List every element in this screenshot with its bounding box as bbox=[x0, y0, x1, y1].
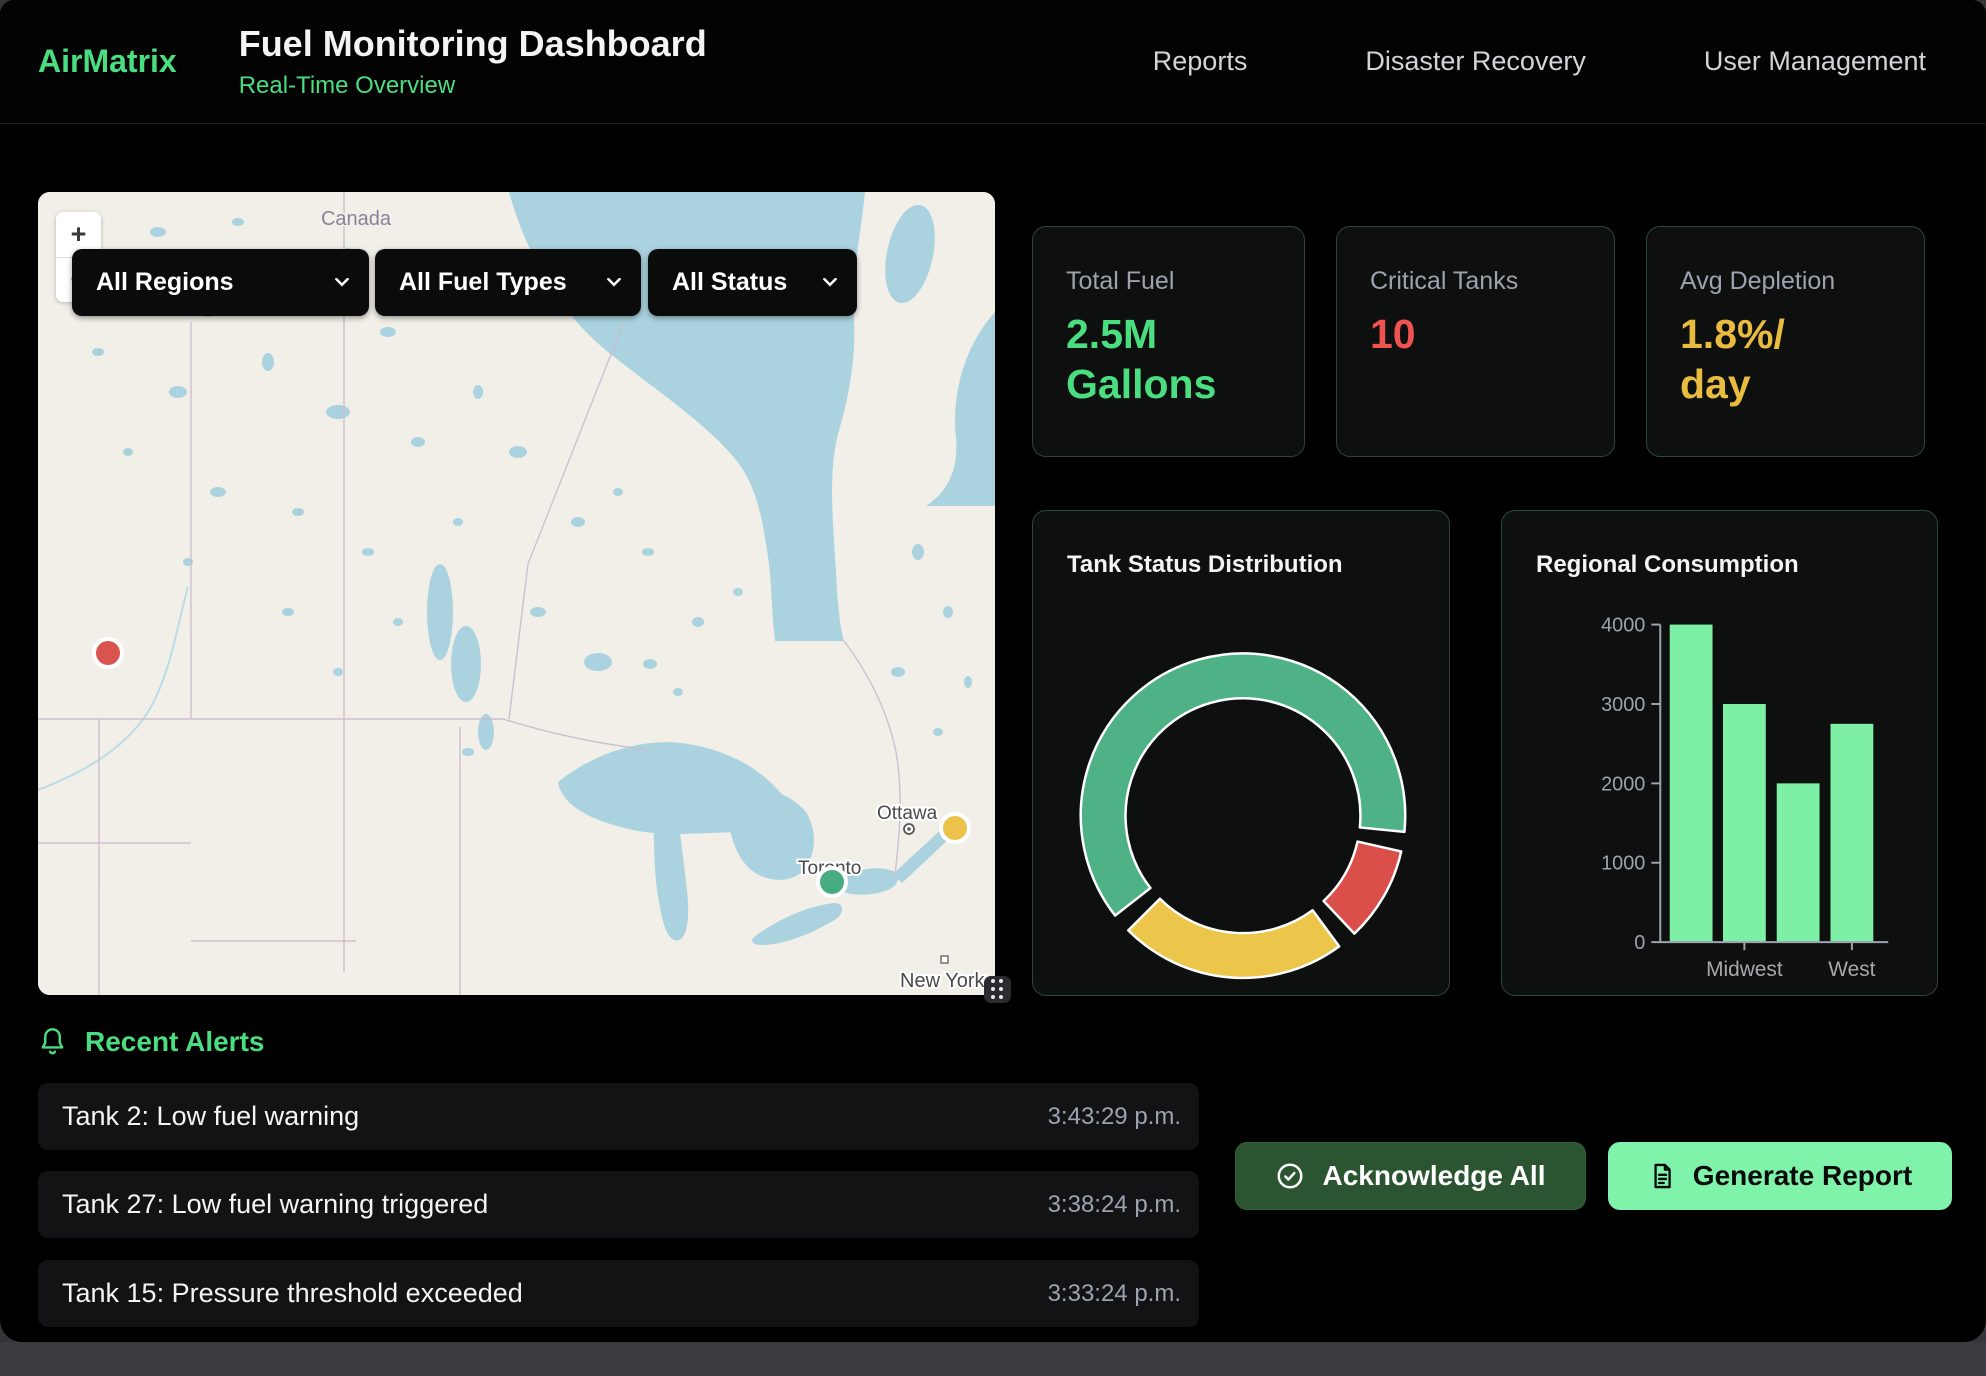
tank-marker-warning[interactable] bbox=[941, 814, 969, 842]
chevron-down-icon bbox=[607, 278, 621, 287]
map-panel[interactable]: Canada Ottawa Toronto New York + − All R… bbox=[38, 192, 995, 995]
y-tick-label: 3000 bbox=[1601, 694, 1645, 716]
regional-consumption-bar-chart: 0 1000 2000 3000 4000 Midwest West bbox=[1502, 511, 1937, 995]
bar-midwest bbox=[1723, 704, 1766, 942]
stat-value: 1.8%/day bbox=[1680, 309, 1785, 409]
bar-south bbox=[1777, 783, 1820, 942]
acknowledge-all-button[interactable]: Acknowledge All bbox=[1235, 1142, 1586, 1210]
map-label-ottawa: Ottawa bbox=[877, 803, 938, 824]
generate-report-label: Generate Report bbox=[1693, 1160, 1912, 1192]
alert-message: Tank 15: Pressure threshold exceeded bbox=[62, 1278, 523, 1309]
tank-status-card: Tank Status Distribution bbox=[1032, 510, 1450, 996]
ottawa-city-icon-dot bbox=[907, 827, 911, 831]
alert-row[interactable]: Tank 2: Low fuel warning 3:43:29 p.m. bbox=[38, 1083, 1199, 1150]
y-tick-label: 0 bbox=[1634, 932, 1645, 954]
stat-label: Critical Tanks bbox=[1370, 267, 1518, 296]
status-filter-dropdown[interactable]: All Status bbox=[648, 249, 857, 316]
file-text-icon bbox=[1648, 1162, 1676, 1190]
donut-segment-warning bbox=[1128, 899, 1339, 978]
bar-northeast bbox=[1670, 625, 1713, 943]
x-tick-label: Midwest bbox=[1706, 958, 1783, 981]
x-tick-label: West bbox=[1828, 958, 1875, 981]
alerts-header: Recent Alerts bbox=[38, 1026, 264, 1058]
generate-report-button[interactable]: Generate Report bbox=[1608, 1142, 1952, 1210]
y-tick-label: 1000 bbox=[1601, 853, 1645, 875]
alert-row[interactable]: Tank 15: Pressure threshold exceeded 3:3… bbox=[38, 1260, 1199, 1327]
check-circle-icon bbox=[1275, 1161, 1305, 1191]
alert-timestamp: 3:38:24 p.m. bbox=[1048, 1191, 1181, 1219]
map-resize-handle[interactable] bbox=[984, 976, 1011, 1003]
map-label-canada: Canada bbox=[321, 208, 392, 230]
map-lake bbox=[451, 626, 481, 702]
tank-status-donut-chart bbox=[1033, 511, 1449, 995]
region-filter-dropdown[interactable]: All Regions bbox=[72, 249, 369, 316]
main-nav: Reports Disaster Recovery User Managemen… bbox=[1153, 46, 1926, 77]
chevron-down-icon bbox=[335, 278, 349, 287]
stat-label: Avg Depletion bbox=[1680, 267, 1835, 296]
stat-card-total-fuel: Total Fuel 2.5MGallons bbox=[1032, 226, 1305, 457]
fuel-type-filter-dropdown[interactable]: All Fuel Types bbox=[375, 249, 641, 316]
title-block: Fuel Monitoring Dashboard Real-Time Over… bbox=[239, 23, 707, 100]
window-bottom-bar bbox=[0, 1342, 1986, 1376]
y-tick-label: 2000 bbox=[1601, 773, 1645, 795]
alert-message: Tank 2: Low fuel warning bbox=[62, 1101, 359, 1132]
page-title: Fuel Monitoring Dashboard bbox=[239, 23, 707, 65]
region-filter-value: All Regions bbox=[96, 268, 234, 297]
tank-marker-critical[interactable] bbox=[94, 639, 122, 667]
chevron-down-icon bbox=[823, 278, 837, 287]
alert-timestamp: 3:43:29 p.m. bbox=[1048, 1103, 1181, 1131]
acknowledge-all-label: Acknowledge All bbox=[1322, 1160, 1545, 1192]
alerts-title: Recent Alerts bbox=[85, 1026, 264, 1058]
stat-value: 2.5MGallons bbox=[1066, 309, 1216, 409]
header: AirMatrix Fuel Monitoring Dashboard Real… bbox=[0, 0, 1986, 124]
stat-label: Total Fuel bbox=[1066, 267, 1174, 296]
nav-reports[interactable]: Reports bbox=[1153, 46, 1248, 77]
map-label-new-york: New York bbox=[900, 970, 985, 992]
status-filter-value: All Status bbox=[672, 268, 787, 297]
alert-row[interactable]: Tank 27: Low fuel warning triggered 3:38… bbox=[38, 1171, 1199, 1238]
stat-card-avg-depletion: Avg Depletion 1.8%/day bbox=[1646, 226, 1925, 457]
alert-message: Tank 27: Low fuel warning triggered bbox=[62, 1189, 488, 1220]
tank-marker-normal[interactable] bbox=[818, 868, 846, 896]
alert-timestamp: 3:33:24 p.m. bbox=[1048, 1280, 1181, 1308]
bar-west bbox=[1830, 724, 1873, 942]
y-tick-label: 4000 bbox=[1601, 615, 1645, 637]
fuel-type-filter-value: All Fuel Types bbox=[399, 268, 567, 297]
new-york-city-icon bbox=[941, 956, 948, 963]
bell-icon bbox=[38, 1026, 67, 1058]
regional-consumption-card: Regional Consumption 01000200030004000Mi… bbox=[1501, 510, 1938, 996]
page-subtitle: Real-Time Overview bbox=[239, 72, 707, 100]
nav-disaster-recovery[interactable]: Disaster Recovery bbox=[1365, 46, 1586, 77]
donut-segment-critical bbox=[1324, 842, 1402, 934]
nav-user-management[interactable]: User Management bbox=[1704, 46, 1926, 77]
app-logo: AirMatrix bbox=[38, 43, 177, 80]
map-lake bbox=[427, 564, 453, 660]
stat-card-critical-tanks: Critical Tanks 10 bbox=[1336, 226, 1615, 457]
app-window: AirMatrix Fuel Monitoring Dashboard Real… bbox=[0, 0, 1986, 1342]
stat-value: 10 bbox=[1370, 309, 1416, 359]
